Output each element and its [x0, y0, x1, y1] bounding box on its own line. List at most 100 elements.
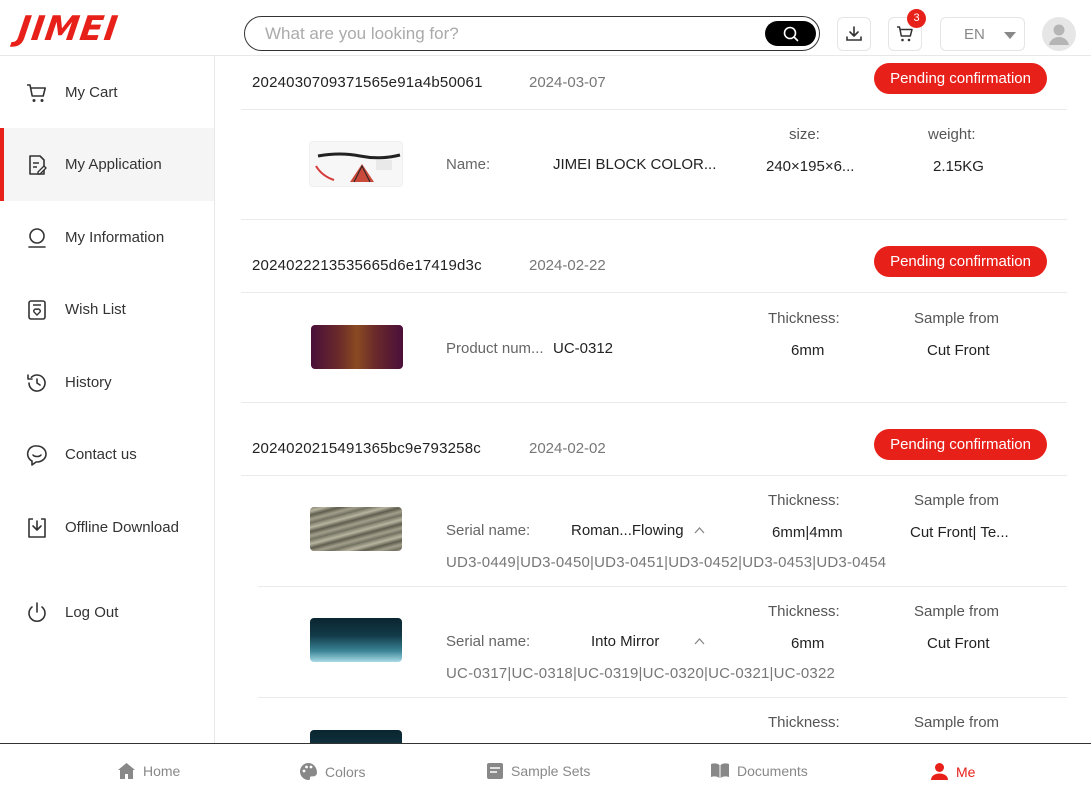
- order-date: 2024-02-22: [529, 257, 606, 274]
- cart-icon: [897, 26, 913, 42]
- order-date: 2024-02-02: [529, 440, 606, 457]
- order-header[interactable]: 2024020215491365bc9e793258c 2024-02-02 P…: [241, 422, 1067, 476]
- sidebar-item-my-cart[interactable]: My Cart: [0, 56, 214, 129]
- sidebar-item-offline-download[interactable]: Offline Download: [0, 491, 214, 564]
- sidebar-item-label: Offline Download: [65, 519, 179, 536]
- status-badge: Pending confirmation: [874, 246, 1047, 277]
- search-icon: [783, 26, 798, 41]
- sidebar-item-log-out[interactable]: Log Out: [0, 576, 214, 649]
- jimei-logo[interactable]: JIMEI: [15, 9, 121, 49]
- wishlist-icon: [25, 298, 49, 322]
- search-button[interactable]: [765, 21, 816, 46]
- status-badge: Pending confirmation: [874, 63, 1047, 94]
- application-list: 2024030709371565e91a4b50061 2024-03-07 P…: [215, 56, 1091, 744]
- product-name: JIMEI BLOCK COLOR...: [553, 156, 717, 173]
- download-button[interactable]: [837, 17, 871, 51]
- me-icon: [931, 763, 948, 780]
- product-thumbnail: [310, 618, 402, 662]
- sidebar-item-label: Log Out: [65, 604, 119, 621]
- sidebar-item-history[interactable]: History: [0, 346, 214, 419]
- sidebar-item-my-application[interactable]: My Application: [0, 128, 214, 201]
- search-input[interactable]: [265, 21, 755, 46]
- order-header[interactable]: 2024030709371565e91a4b50061 2024-03-07 P…: [241, 56, 1067, 110]
- app-header: JIMEI 3 EN: [0, 0, 1091, 56]
- nav-label: Colors: [325, 763, 366, 780]
- language-select[interactable]: EN: [940, 17, 1025, 51]
- cart-badge: 3: [907, 9, 926, 28]
- sidebar-item-my-information[interactable]: My Information: [0, 201, 214, 274]
- field-label: Serial name:: [446, 633, 531, 650]
- sidebar: My Cart My Application My Information Wi…: [0, 56, 215, 744]
- order-item[interactable]: Name: JIMEI BLOCK COLOR... size: 240×195…: [241, 110, 1067, 220]
- nav-colors[interactable]: Colors: [299, 762, 365, 781]
- order-item[interactable]: Serial name: Roman...Flowing Thickness: …: [258, 476, 1067, 587]
- palette-icon: [300, 763, 318, 780]
- thickness-label: Thickness:: [768, 603, 840, 620]
- order-item[interactable]: Thickness: Sample from: [258, 698, 1067, 744]
- thickness-value: 6mm|4mm: [772, 524, 843, 541]
- nav-label: Home: [143, 763, 181, 779]
- cart-button[interactable]: 3: [888, 9, 926, 51]
- product-number: UC-0312: [553, 340, 614, 357]
- sidebar-item-label: My Information: [65, 229, 165, 246]
- order-item[interactable]: Serial name: Into Mirror Thickness: 6mm …: [258, 587, 1067, 698]
- chevron-up-icon[interactable]: [694, 637, 705, 645]
- order-item[interactable]: Product num... UC-0312 Thickness: 6mm Sa…: [241, 293, 1067, 403]
- product-codes: UC-0317|UC-0318|UC-0319|UC-0320|UC-0321|…: [446, 665, 836, 682]
- field-label: Name:: [446, 156, 491, 173]
- cart-icon: [25, 81, 49, 105]
- sample-from-label: Sample from: [914, 714, 1000, 731]
- sample-from-label: Sample from: [914, 310, 1000, 327]
- home-icon: [118, 763, 135, 779]
- chevron-down-icon: [1004, 32, 1016, 39]
- search-bar: [244, 16, 820, 51]
- bottom-nav: Home Colors Sample Sets Documents Me: [0, 743, 1091, 794]
- thickness-value: 6mm: [791, 635, 825, 652]
- sample-from-label: Sample from: [914, 603, 1000, 620]
- nav-me[interactable]: Me: [930, 762, 975, 781]
- nav-documents[interactable]: Documents: [710, 762, 808, 779]
- download-icon: [846, 26, 862, 41]
- product-thumbnail: [309, 141, 403, 187]
- sidebar-item-label: History: [65, 374, 112, 391]
- nav-sample-sets[interactable]: Sample Sets: [486, 762, 590, 780]
- nav-home[interactable]: Home: [117, 762, 180, 780]
- chevron-up-icon[interactable]: [694, 526, 705, 534]
- user-icon: [25, 226, 49, 250]
- nav-label: Documents: [737, 762, 808, 779]
- size-value: 240×195×6...: [766, 158, 855, 175]
- sample-sets-icon: [487, 763, 503, 779]
- sidebar-item-label: Wish List: [65, 301, 126, 318]
- sample-from-label: Sample from: [914, 492, 1000, 509]
- thickness-label: Thickness:: [768, 310, 840, 327]
- weight-label: weight:: [928, 126, 976, 143]
- sample-from-value: Cut Front: [927, 342, 990, 359]
- serial-name: Into Mirror: [591, 633, 660, 650]
- application-icon: [25, 153, 49, 177]
- sample-from-value: Cut Front| Te...: [910, 524, 1009, 541]
- power-icon: [25, 601, 49, 625]
- product-codes: UD3-0449|UD3-0450|UD3-0451|UD3-0452|UD3-…: [446, 554, 887, 571]
- language-value: EN: [964, 26, 985, 43]
- sidebar-item-contact-us[interactable]: Contact us: [0, 418, 214, 491]
- order-id: 2024022213535665d6e17419d3c: [252, 257, 482, 274]
- order-date: 2024-03-07: [529, 74, 606, 91]
- sidebar-item-label: My Application: [65, 156, 162, 173]
- avatar[interactable]: [1042, 17, 1076, 51]
- thickness-label: Thickness:: [768, 492, 840, 509]
- product-thumbnail: [310, 730, 402, 744]
- order-header[interactable]: 2024022213535665d6e17419d3c 2024-02-22 P…: [241, 239, 1067, 293]
- field-label: Serial name:: [446, 522, 531, 539]
- size-label: size:: [789, 126, 820, 143]
- user-avatar-icon: [1049, 24, 1069, 45]
- documents-icon: [711, 763, 729, 778]
- download-icon: [25, 516, 49, 540]
- thickness-value: 6mm: [791, 342, 825, 359]
- product-thumbnail: [310, 507, 402, 551]
- nav-label: Me: [956, 763, 976, 780]
- history-icon: [25, 371, 49, 395]
- product-thumbnail: [311, 325, 403, 369]
- sidebar-item-wish-list[interactable]: Wish List: [0, 273, 214, 346]
- serial-name: Roman...Flowing: [571, 522, 684, 539]
- order-id: 2024030709371565e91a4b50061: [252, 74, 483, 91]
